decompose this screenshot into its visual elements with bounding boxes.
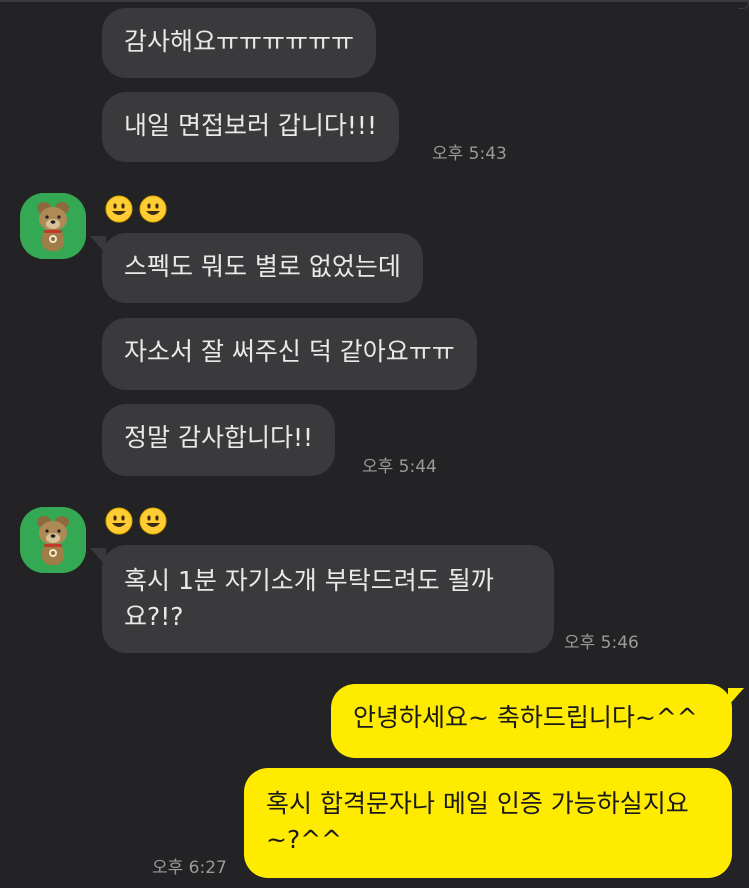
message-text: 안녕하세요~ 축하드립니다~^^ <box>353 703 698 732</box>
sender-name <box>105 195 167 225</box>
avatar[interactable] <box>20 193 86 259</box>
message-text: 혹시 합격문자나 메일 인증 가능하실지요~?^^ <box>266 789 689 854</box>
message-bubble-outgoing[interactable]: 혹시 합격문자나 메일 인증 가능하실지요~?^^ <box>244 768 732 878</box>
message-text: 내일 면접보러 갑니다!!! <box>124 111 377 140</box>
message-bubble-incoming[interactable]: 혹시 1분 자기소개 부탁드려도 될까요?!? <box>102 545 554 653</box>
message-timestamp: 오후 6:27 <box>152 858 227 878</box>
message-timestamp: 오후 5:44 <box>362 457 437 477</box>
smiley-icon <box>105 507 133 537</box>
message-text: 스펙도 뭐도 별로 없었는데 <box>124 252 401 281</box>
message-bubble-incoming[interactable]: 감사해요ㅠㅠㅠㅠㅠㅠ <box>102 8 377 78</box>
message-bubble-incoming[interactable]: 내일 면접보러 갑니다!!! <box>102 92 399 162</box>
bubble-tail <box>728 688 744 706</box>
message-bubble-outgoing[interactable]: 안녕하세요~ 축하드립니다~^^ <box>331 684 732 758</box>
bear-icon <box>20 507 86 573</box>
message-text: 정말 감사합니다!! <box>124 423 313 452</box>
sender-name <box>105 507 167 537</box>
smiley-icon <box>139 507 167 537</box>
chat-view[interactable]: 감사해요ㅠㅠㅠㅠㅠㅠ 내일 면접보러 갑니다!!! 오후 5:43 스펙도 뭐도… <box>0 0 749 888</box>
message-text: 혹시 1분 자기소개 부탁드려도 될까요?!? <box>124 566 494 631</box>
top-divider-corner <box>738 0 749 9</box>
smiley-icon <box>105 195 133 225</box>
message-timestamp: 오후 5:43 <box>432 144 507 164</box>
message-timestamp: 오후 5:46 <box>564 633 639 653</box>
bear-icon <box>20 193 86 259</box>
top-divider <box>0 0 749 2</box>
avatar[interactable] <box>20 507 86 573</box>
message-bubble-incoming[interactable]: 정말 감사합니다!! <box>102 404 335 476</box>
message-text: 감사해요ㅠㅠㅠㅠㅠㅠ <box>124 27 355 56</box>
message-text: 자소서 잘 써주신 덕 같아요ㅠㅠ <box>124 337 455 366</box>
message-bubble-incoming[interactable]: 자소서 잘 써주신 덕 같아요ㅠㅠ <box>102 318 477 390</box>
smiley-icon <box>139 195 167 225</box>
message-bubble-incoming[interactable]: 스펙도 뭐도 별로 없었는데 <box>102 233 423 303</box>
